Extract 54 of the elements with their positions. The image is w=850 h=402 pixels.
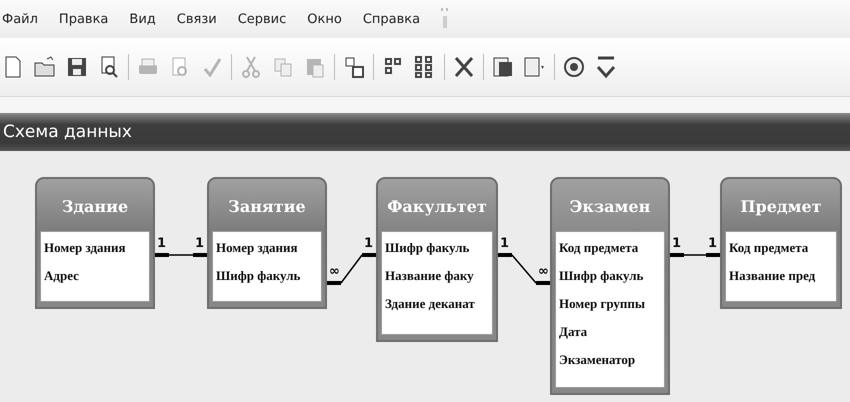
- table-title: Занятие: [228, 196, 306, 216]
- window-title: Схема данных: [3, 122, 132, 142]
- field-name[interactable]: Номер здания: [216, 240, 298, 256]
- save-icon: [65, 55, 89, 79]
- scissors-icon: [239, 55, 263, 79]
- field-name[interactable]: Дата: [559, 324, 588, 340]
- cardinality-label: 1: [195, 237, 204, 251]
- toolbar-button[interactable]: [561, 54, 587, 80]
- cardinality-label: 1: [364, 237, 374, 251]
- cardinality-label: 1: [708, 237, 718, 251]
- menu-item[interactable]: Справка: [362, 12, 420, 26]
- menu-item[interactable]: Правка: [58, 12, 108, 26]
- table-title: Факультет: [387, 196, 487, 216]
- field-name[interactable]: Шифр факуль: [216, 268, 300, 284]
- table-box[interactable]: Здание Номер здания Адрес: [35, 177, 155, 309]
- table-box[interactable]: Экзамен Код предмета Шифр факуль Номер группы Дата Экзаменатор: [550, 177, 670, 395]
- field-name[interactable]: Адрес: [44, 268, 79, 284]
- field-name[interactable]: Шифр факуль: [559, 268, 644, 284]
- menu-item[interactable]: Файл: [2, 12, 38, 26]
- delete-icon: [452, 55, 476, 79]
- menu-item[interactable]: Связи: [176, 12, 217, 26]
- document-dropdown-icon: [523, 55, 547, 79]
- menu-item[interactable]: Вид: [129, 12, 156, 26]
- relationship-line[interactable]: [327, 253, 376, 285]
- field-name[interactable]: Шифр факуль: [385, 240, 470, 256]
- table-box[interactable]: Факультет Шифр факуль Название факу Здание деканат: [376, 177, 498, 342]
- table-title: Экзамен: [570, 196, 650, 216]
- field-name[interactable]: Код предмета: [559, 240, 638, 256]
- relationship-line[interactable]: [155, 253, 207, 257]
- field-name[interactable]: Название факу: [385, 268, 474, 284]
- relationship-line[interactable]: [498, 253, 550, 285]
- field-name[interactable]: Название пред: [729, 268, 816, 284]
- menu-item[interactable]: Окно: [307, 12, 342, 26]
- table-title: Здание: [62, 196, 128, 216]
- cardinality-label: ∞: [538, 265, 549, 279]
- folder-icon: [33, 55, 57, 79]
- cardinality-label: 1: [672, 237, 682, 251]
- field-name[interactable]: Код предмета: [729, 240, 808, 256]
- field-name[interactable]: Номер здания: [44, 240, 126, 256]
- menu-item[interactable]: Сервис: [238, 12, 286, 26]
- cardinality-label: ∞: [329, 265, 340, 279]
- field-name[interactable]: Экзаменатор: [559, 352, 636, 368]
- grip-icon[interactable]: [441, 8, 450, 30]
- cardinality-label: 1: [157, 237, 166, 251]
- properties-icon: [491, 55, 515, 79]
- help-icon: [562, 55, 586, 79]
- relationship-line[interactable]: [670, 253, 720, 257]
- cardinality-label: 1: [500, 237, 510, 251]
- field-name[interactable]: Номер группы: [559, 296, 646, 312]
- table-box[interactable]: Предмет Код предмета Название пред: [720, 177, 842, 309]
- table-title: Предмет: [740, 196, 822, 216]
- overflow-icon: [594, 55, 618, 79]
- field-name[interactable]: Здание деканат: [385, 296, 475, 312]
- table-box[interactable]: Занятие Номер здания Шифр факуль: [207, 177, 327, 309]
